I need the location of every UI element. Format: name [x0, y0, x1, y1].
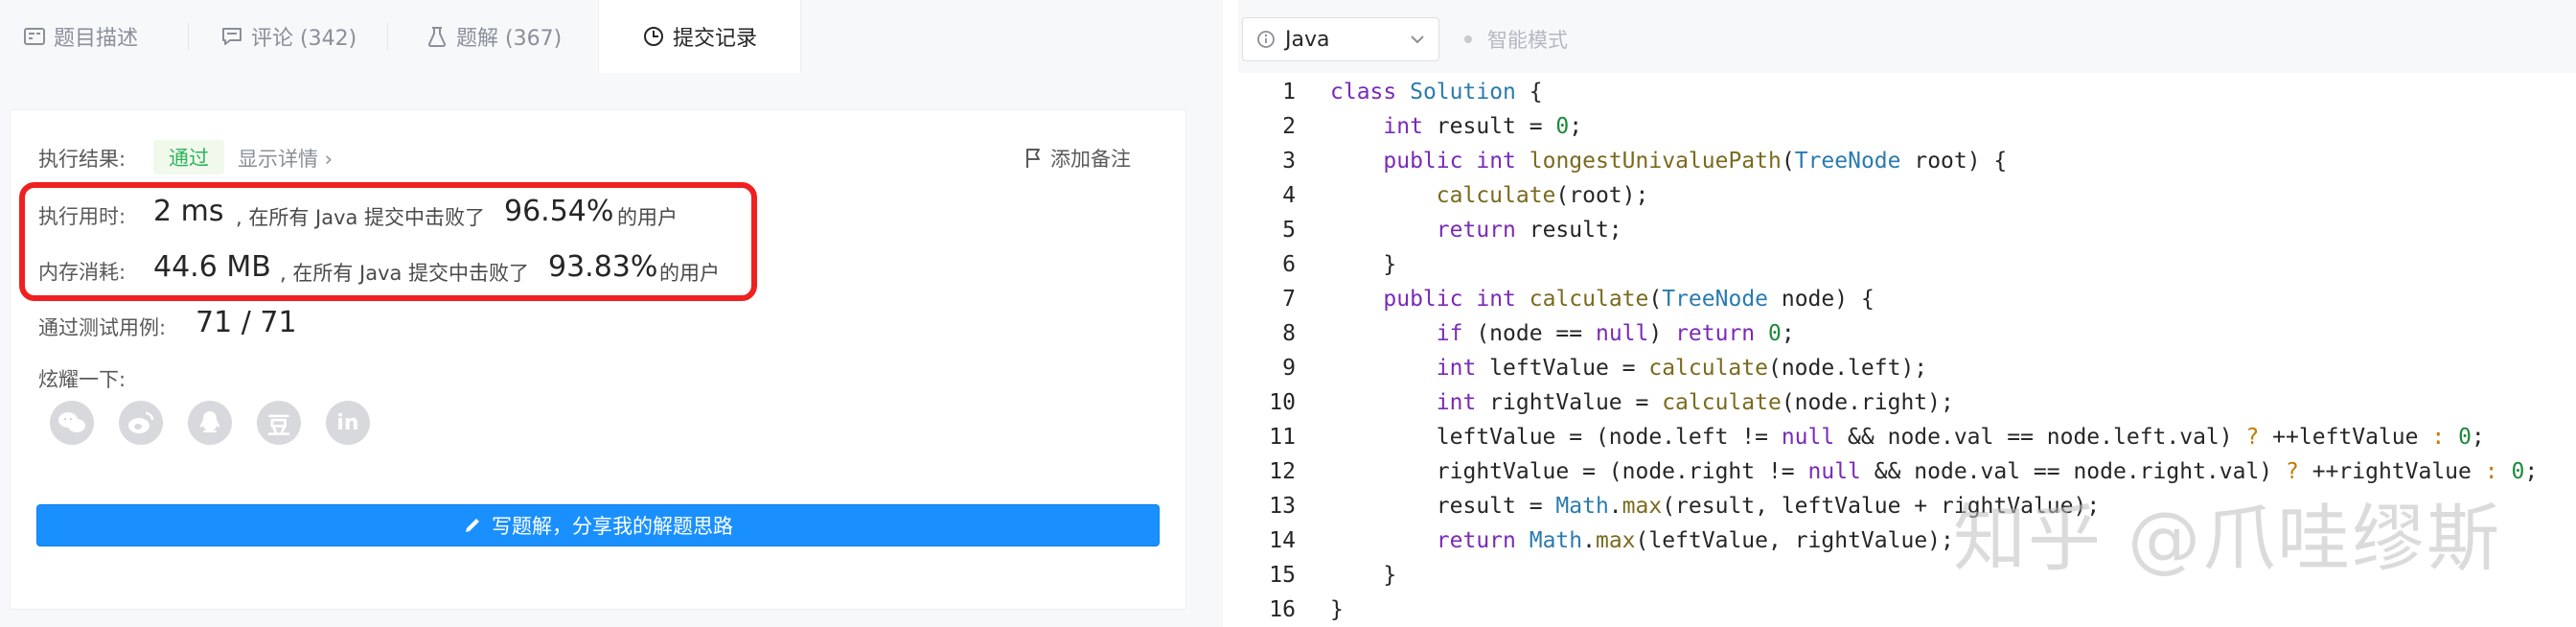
share-qq-button[interactable] [188, 401, 232, 445]
tab-submissions[interactable]: 提交记录 [598, 0, 801, 73]
code-line: 9 int leftValue = calculate(node.left); [1238, 351, 2576, 385]
qq-icon [200, 411, 219, 432]
status-badge: 通过 [153, 140, 224, 174]
editor-toolbar: Java 智能模式 [1238, 0, 2576, 73]
code-text: public int calculate(TreeNode node) { [1383, 287, 1874, 312]
line-number: 16 [1269, 597, 1296, 622]
code-text: } [1330, 597, 1344, 622]
code-line: 7 public int calculate(TreeNode node) { [1238, 282, 2576, 316]
submission-panel: 题目描述 评论 (342) 题解 (367) 提交记录 执行结果: 通过 显示详… [0, 0, 1223, 627]
line-number: 14 [1269, 528, 1296, 553]
linkedin-icon: in [336, 410, 359, 435]
result-label: 执行结果: [38, 148, 126, 171]
write-solution-label: 写题解，分享我的解题思路 [492, 515, 733, 538]
line-number: 13 [1269, 494, 1296, 519]
tests-value: 71 / 71 [196, 306, 297, 339]
code-line: 5 return result; [1238, 213, 2576, 247]
code-text: public int longestUnivaluePath(TreeNode … [1383, 149, 2008, 174]
line-number: 8 [1282, 321, 1296, 346]
code-text: } [1330, 252, 1397, 277]
douban-icon: 豆 [267, 411, 290, 439]
code-text: } [1330, 563, 1397, 588]
line-number: 15 [1269, 563, 1296, 588]
line-number: 3 [1282, 149, 1296, 174]
clock-icon [642, 25, 665, 48]
smart-mode-dot [1464, 35, 1472, 43]
tab-solutions[interactable]: 题解 (367) [426, 0, 562, 73]
tab-separator [188, 23, 189, 50]
code-text: return Math.max(leftValue, rightValue); [1436, 528, 1954, 553]
share-linkedin-button[interactable]: in [326, 401, 370, 445]
code-text: class Solution { [1330, 80, 1543, 104]
code-line: 10 int rightValue = calculate(node.right… [1238, 385, 2576, 420]
flag-icon [1026, 149, 1040, 168]
line-number: 4 [1282, 183, 1296, 208]
info-icon [1257, 31, 1275, 48]
code-line: 4 calculate(root); [1238, 178, 2576, 213]
code-text: return result; [1436, 218, 1622, 243]
code-text: leftValue = (node.left != null && node.v… [1330, 425, 2485, 450]
code-line: 3 public int longestUnivaluePath(TreeNod… [1238, 144, 2576, 178]
smart-mode-toggle[interactable]: 智能模式 [1464, 25, 1568, 54]
comment-icon [220, 25, 243, 48]
line-number: 10 [1269, 390, 1296, 415]
code-line: 2 int result = 0; [1238, 109, 2576, 144]
chevron-down-icon [1411, 35, 1424, 44]
line-number: 11 [1269, 425, 1296, 450]
line-number: 7 [1282, 287, 1296, 312]
flask-icon [426, 25, 448, 48]
weibo-icon [128, 411, 154, 433]
line-number: 1 [1282, 80, 1296, 104]
line-number: 6 [1282, 252, 1296, 277]
line-number: 2 [1282, 114, 1296, 139]
add-note-label: 添加备注 [1050, 148, 1131, 171]
show-details-link[interactable]: 显示详情 › [238, 144, 333, 173]
code-line: 16} [1238, 592, 2576, 627]
smart-mode-label: 智能模式 [1487, 29, 1568, 52]
code-line: 11 leftValue = (node.left != null && nod… [1238, 420, 2576, 454]
code-text: calculate(root); [1436, 183, 1649, 208]
share-weibo-button[interactable] [119, 401, 163, 445]
line-number: 12 [1269, 459, 1296, 484]
code-line: 1 class Solution { [1238, 75, 2576, 109]
description-icon [23, 25, 46, 48]
share-douban-button[interactable]: 豆 [257, 401, 301, 445]
share-wechat-button[interactable] [50, 401, 94, 445]
watermark: 知乎 @爪哇缪斯 [1953, 496, 2502, 581]
highlight-box [19, 182, 757, 301]
language-value: Java [1285, 27, 1330, 52]
panel-divider[interactable] [1223, 0, 1238, 627]
tab-description[interactable]: 题目描述 [23, 0, 138, 73]
tab-label: 题目描述 [54, 27, 139, 51]
code-line: 6 } [1238, 247, 2576, 282]
tab-label: 评论 (342) [251, 27, 357, 51]
pencil-icon [466, 519, 479, 532]
tab-bar: 题目描述 评论 (342) 题解 (367) 提交记录 [0, 0, 1223, 73]
share-label: 炫耀一下: [38, 368, 126, 391]
wechat-icon [58, 412, 85, 432]
tests-label: 通过测试用例: [38, 316, 167, 339]
code-text: int rightValue = calculate(node.right); [1436, 390, 1954, 415]
tab-label: 提交记录 [672, 27, 757, 51]
tab-comments[interactable]: 评论 (342) [220, 0, 356, 73]
language-select[interactable]: Java [1242, 17, 1439, 61]
code-line: 8 if (node == null) return 0; [1238, 316, 2576, 351]
code-text: if (node == null) return 0; [1436, 321, 1795, 346]
tab-separator [387, 23, 388, 50]
tab-label: 题解 (367) [456, 27, 563, 51]
line-number: 5 [1282, 218, 1296, 243]
line-number: 9 [1282, 356, 1296, 381]
add-note-button[interactable]: 添加备注 [1025, 144, 1131, 173]
code-text: int leftValue = calculate(node.left); [1436, 356, 1928, 381]
code-text: int result = 0; [1383, 114, 1583, 139]
write-solution-button[interactable]: 写题解，分享我的解题思路 [36, 504, 1160, 546]
